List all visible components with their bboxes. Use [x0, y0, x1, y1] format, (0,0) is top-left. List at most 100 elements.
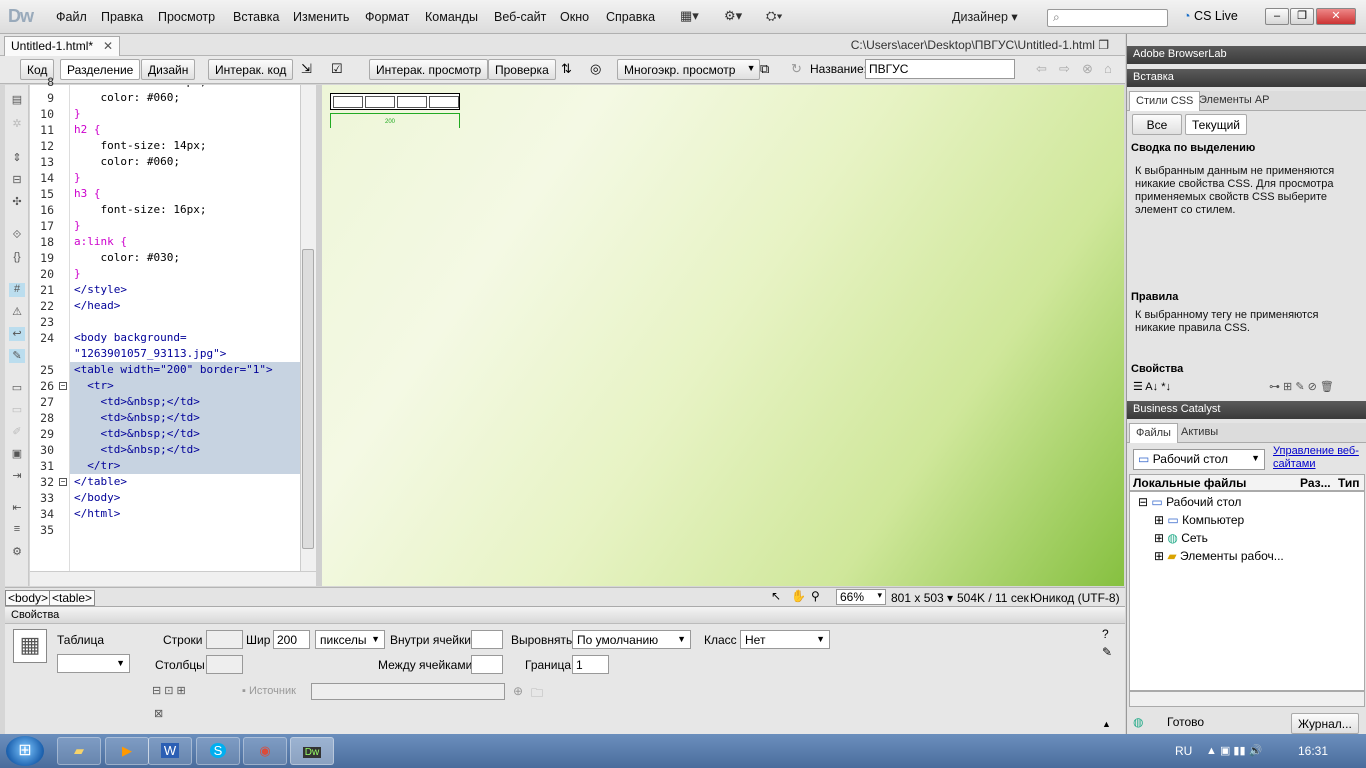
width-input[interactable]: 200	[273, 630, 310, 649]
expand-all-icon[interactable]: ✣	[9, 195, 25, 209]
close-button[interactable]: ✕	[1316, 8, 1356, 25]
code-line[interactable]: <tr>	[74, 379, 114, 392]
tab-css-styles[interactable]: Стили CSS	[1129, 91, 1201, 111]
preview-browser-icon[interactable]: ◎	[590, 61, 601, 77]
menu-format[interactable]: Формат	[365, 10, 409, 24]
browserlab-panel-header[interactable]: Adobe BrowserLab	[1127, 46, 1366, 64]
code-line[interactable]: }	[74, 219, 81, 232]
collapse-selection-icon[interactable]: ⊟	[9, 173, 25, 187]
zoom-select[interactable]: 66% ▾	[836, 589, 886, 605]
live-code-button[interactable]: Интерак. код	[208, 59, 294, 80]
code-line[interactable]: </body>	[74, 491, 120, 504]
menu-insert[interactable]: Вставка	[233, 10, 279, 24]
window-size[interactable]: 801 x 503 ▾	[891, 591, 953, 605]
stop-icon[interactable]: ⊗	[1082, 61, 1093, 77]
outdent-icon[interactable]: ≡	[9, 523, 25, 537]
column-type[interactable]: Тип	[1338, 476, 1360, 490]
taskbar-explorer[interactable]: ▰	[57, 737, 101, 765]
clear-widths-icon[interactable]: ⊠	[154, 707, 163, 720]
multiscreen-button[interactable]: Многоэкр. просмотр ▼	[617, 59, 761, 80]
highlight-invalid-icon[interactable]: ⚠	[9, 305, 25, 319]
column-local-files[interactable]: Локальные файлы	[1133, 476, 1246, 490]
pointer-tool-icon[interactable]: ↖	[771, 589, 781, 603]
maximize-button[interactable]: ❐	[1290, 8, 1314, 25]
insert-panel-header[interactable]: Вставка	[1127, 69, 1366, 87]
taskbar-dreamweaver[interactable]: Dw	[290, 737, 334, 765]
select-parent-tag-icon[interactable]: ⟐	[9, 229, 25, 243]
inspect-icon[interactable]: ⇲	[301, 61, 312, 77]
hand-tool-icon[interactable]: ✋	[791, 589, 806, 603]
cellpadding-input[interactable]	[471, 630, 503, 649]
code-line[interactable]: <td>&nbsp;</td>	[74, 411, 199, 424]
word-wrap-icon[interactable]: ↩	[9, 327, 25, 341]
live-view-button[interactable]: Интерак. просмотр	[369, 59, 489, 80]
tab-assets[interactable]: Активы	[1175, 423, 1224, 443]
panel-action-icons[interactable]: ⊶ ⊞ ✎ ⊘ 🗑	[1269, 380, 1334, 393]
code-line[interactable]: <table width="200" border="1">	[74, 363, 273, 376]
quick-tag-editor-icon[interactable]: ✎	[1102, 645, 1112, 659]
business-catalyst-header[interactable]: Business Catalyst	[1127, 401, 1366, 419]
refresh-icon[interactable]: ↻	[791, 61, 802, 77]
category-view-icons[interactable]: ☰ A↓ *↓	[1133, 380, 1171, 393]
file-management-icon[interactable]: ⇅	[561, 61, 572, 77]
code-line[interactable]: }	[74, 107, 81, 120]
code-line[interactable]: </tr>	[74, 459, 120, 472]
split-view-button[interactable]: Разделение	[60, 59, 141, 80]
cs-live-button[interactable]: ◔ CS Live	[1183, 9, 1238, 23]
table-id-select[interactable]: ▼	[57, 654, 130, 673]
clock[interactable]: 16:31	[1298, 744, 1328, 758]
remove-comment-icon[interactable]: ▭	[9, 403, 25, 417]
code-line[interactable]: }	[74, 267, 81, 280]
design-view[interactable]: 200	[322, 85, 1124, 586]
code-line[interactable]: h3 {	[74, 187, 101, 200]
check-button[interactable]: Проверка	[488, 59, 556, 80]
language-indicator[interactable]: RU	[1175, 744, 1192, 758]
scrollbar-thumb[interactable]	[302, 249, 314, 549]
start-button[interactable]: ⊞	[6, 736, 44, 766]
taskbar-chrome[interactable]: ◉	[243, 737, 287, 765]
menu-commands[interactable]: Команды	[425, 10, 478, 24]
code-line[interactable]: }	[74, 171, 81, 184]
code-line[interactable]: font-size: 16px;	[74, 203, 206, 216]
point-to-file-icon[interactable]: ⊕	[513, 684, 523, 698]
code-line[interactable]: color: #060;	[74, 155, 179, 168]
class-select[interactable]: Нет ▼	[740, 630, 830, 649]
collapse-full-tag-icon[interactable]: ⇕	[9, 151, 25, 165]
tree-item-desktop-items[interactable]: ⊞ ▰ Элементы рабоч...	[1154, 549, 1284, 563]
title-input[interactable]: ПВГУС	[865, 59, 1015, 79]
code-line[interactable]: </style>	[74, 283, 127, 296]
menu-window[interactable]: Окно	[560, 10, 589, 24]
workspace-switcher[interactable]: Дизайнер ▾	[952, 9, 1018, 24]
menu-help[interactable]: Справка	[606, 10, 655, 24]
taskbar-skype[interactable]: S	[196, 737, 240, 765]
design-table[interactable]	[330, 93, 460, 110]
code-line[interactable]: <body background=	[74, 331, 187, 344]
recent-snippets-icon[interactable]: ▣	[9, 447, 25, 461]
code-line[interactable]: </table>	[74, 475, 127, 488]
show-code-navigator-icon[interactable]: ✲	[9, 117, 25, 131]
wrap-tag-icon[interactable]: ✐	[9, 425, 25, 439]
all-button[interactable]: Все	[1132, 114, 1182, 135]
tag-selector-body[interactable]: <body>	[5, 590, 52, 606]
column-size[interactable]: Раз...	[1300, 476, 1331, 490]
table-cell[interactable]	[333, 96, 363, 108]
code-line[interactable]: a:link {	[74, 235, 127, 248]
cellspacing-input[interactable]	[471, 655, 503, 674]
clear-heights-icons[interactable]: ⊟ ⊡ ⊞	[152, 684, 186, 697]
apply-comment-icon[interactable]: ▭	[9, 381, 25, 395]
code-line[interactable]: font-size: 14px;	[74, 139, 206, 152]
taskbar-word[interactable]: W	[148, 737, 192, 765]
code-line[interactable]: </head>	[74, 299, 120, 312]
code-line[interactable]: color: #060;	[74, 91, 179, 104]
code-line[interactable]: h2 {	[74, 123, 101, 136]
fold-marker[interactable]: −	[59, 382, 67, 390]
code-line[interactable]: font-size: 12px;	[74, 85, 206, 88]
tag-selector-table[interactable]: <table>	[49, 590, 96, 606]
source-input[interactable]	[311, 683, 505, 700]
code-horizontal-scrollbar[interactable]	[30, 571, 316, 586]
code-vertical-scrollbar[interactable]	[300, 85, 316, 571]
format-source-icon[interactable]: ⚙	[9, 545, 25, 559]
align-select[interactable]: По умолчанию ▼	[572, 630, 691, 649]
balance-braces-icon[interactable]: {}	[9, 251, 25, 265]
tab-files[interactable]: Файлы	[1129, 423, 1178, 443]
